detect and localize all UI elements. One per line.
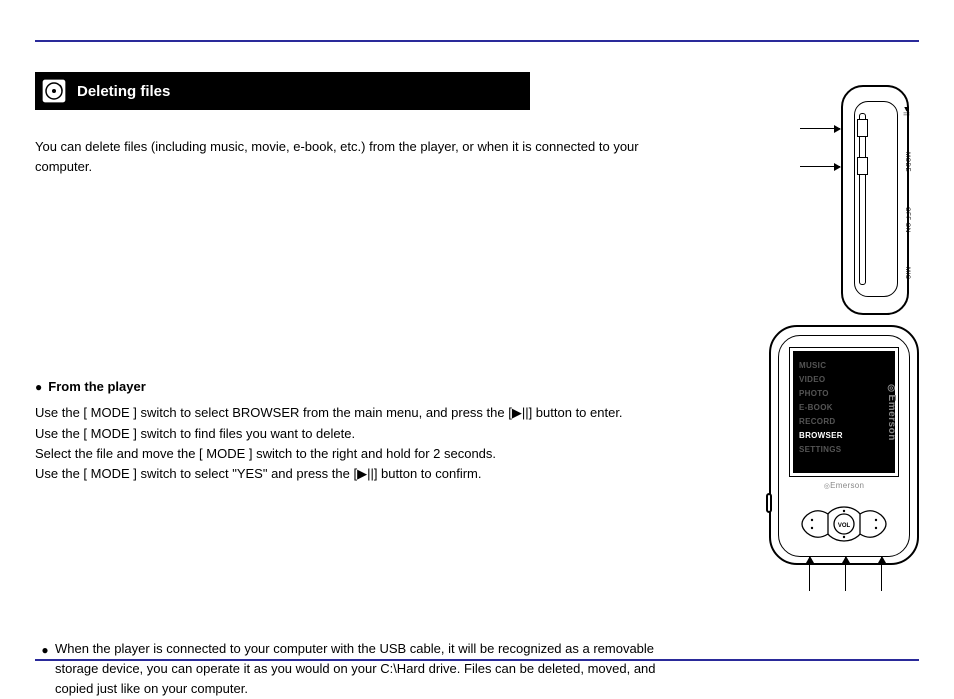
screen-brand: ◎Emerson <box>886 384 897 441</box>
device-front-view: MUSICVIDEOPHOTOE-BOOKRECORDBROWSERSETTIN… <box>769 325 919 605</box>
disk-icon <box>41 78 67 104</box>
play-pause-switch <box>857 119 868 137</box>
label-off-on: OFF ON <box>904 207 910 233</box>
device-screen: MUSICVIDEOPHOTOE-BOOKRECORDBROWSERSETTIN… <box>789 347 899 477</box>
screen-menu: MUSICVIDEOPHOTOE-BOOKRECORDBROWSERSETTIN… <box>793 351 863 473</box>
from-player-steps: Use the [ MODE ] switch to select BROWSE… <box>35 403 675 484</box>
bullet-icon: ● <box>35 378 42 397</box>
arrow-up-icon <box>881 557 882 591</box>
from-computer-section: ● When the player is connected to your c… <box>35 639 675 699</box>
side-tab <box>766 493 772 513</box>
device-side-view: ▶|| MODE OFF ON MIC <box>804 85 914 315</box>
vol-label: VOL <box>838 523 851 529</box>
section-heading-title: Deleting files <box>77 83 170 100</box>
menu-item: VIDEO <box>799 373 857 387</box>
arrow-up-icon <box>809 557 810 591</box>
bullet-icon: ● <box>41 643 48 657</box>
arrow-icon <box>800 128 840 129</box>
mode-switch <box>857 157 868 175</box>
device-dpad: VOL <box>795 498 893 550</box>
menu-item: PHOTO <box>799 387 857 401</box>
menu-item: SETTINGS <box>799 443 857 457</box>
bottom-rule <box>35 659 919 661</box>
section-heading-bar: Deleting files <box>35 72 530 110</box>
menu-item: E-BOOK <box>799 401 857 415</box>
menu-item: BROWSER <box>799 429 857 443</box>
label-mode: MODE <box>904 152 910 172</box>
from-player-title: From the player <box>48 377 146 397</box>
intro-paragraph: You can delete files (including music, m… <box>35 137 675 177</box>
label-play-pause: ▶|| <box>903 107 910 116</box>
menu-item: MUSIC <box>799 359 857 373</box>
arrow-up-icon <box>845 557 846 591</box>
top-rule <box>35 40 919 42</box>
menu-item: RECORD <box>799 415 857 429</box>
from-player-section: ● From the player Use the [ MODE ] switc… <box>35 377 675 484</box>
label-mic: MIC <box>904 267 910 280</box>
from-computer-text: When the player is connected to your com… <box>55 639 675 699</box>
body-text-column: You can delete files (including music, m… <box>35 125 675 699</box>
arrow-icon <box>800 166 840 167</box>
device-bottom-label: ◎Emerson <box>789 481 899 490</box>
